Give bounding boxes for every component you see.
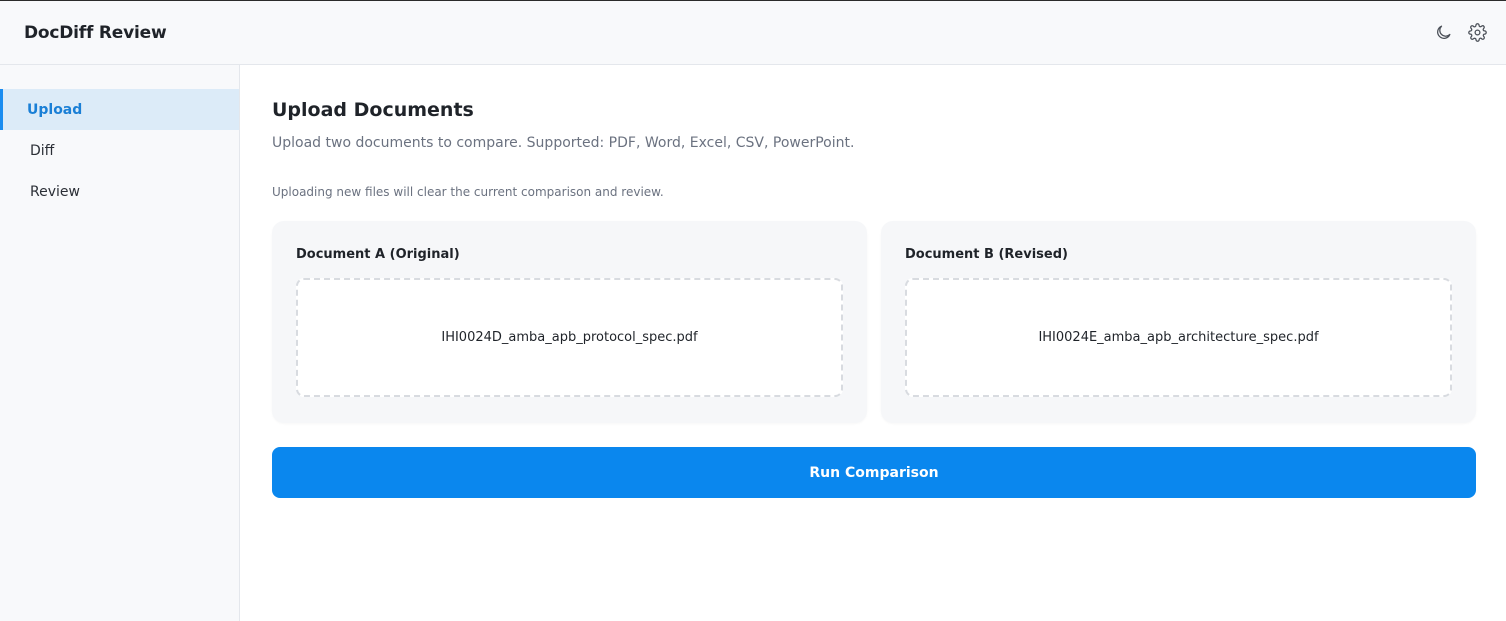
document-b-dropzone[interactable]: IHI0024E_amba_apb_architecture_spec.pdf xyxy=(905,278,1452,397)
gear-icon xyxy=(1467,23,1487,42)
document-b-filename: IHI0024E_amba_apb_architecture_spec.pdf xyxy=(1038,330,1319,345)
main-content: Upload Documents Upload two documents to… xyxy=(240,65,1506,621)
document-a-card: Document A (Original) IHI0024D_amba_apb_… xyxy=(272,221,867,423)
document-cards: Document A (Original) IHI0024D_amba_apb_… xyxy=(272,221,1476,423)
settings-button[interactable] xyxy=(1466,22,1488,44)
header-actions xyxy=(1432,22,1488,44)
moon-icon xyxy=(1436,25,1450,39)
document-a-filename: IHI0024D_amba_apb_protocol_spec.pdf xyxy=(441,330,698,345)
top-header: DocDiff Review xyxy=(0,1,1506,65)
document-a-label: Document A (Original) xyxy=(296,247,460,262)
app-title: DocDiff Review xyxy=(24,22,167,43)
document-a-dropzone[interactable]: IHI0024D_amba_apb_protocol_spec.pdf xyxy=(296,278,843,397)
document-b-card: Document B (Revised) IHI0024E_amba_apb_a… xyxy=(881,221,1476,423)
sidebar-item-upload[interactable]: Upload xyxy=(0,89,239,130)
app-window: DocDiff Review Upload Diff Review Upload… xyxy=(0,0,1506,621)
sidebar-item-review[interactable]: Review xyxy=(0,171,239,212)
page-title: Upload Documents xyxy=(272,99,474,121)
document-b-label: Document B (Revised) xyxy=(905,247,1068,262)
page-subtitle: Upload two documents to compare. Support… xyxy=(272,135,855,151)
sidebar-item-label: Diff xyxy=(30,142,55,159)
sidebar-item-diff[interactable]: Diff xyxy=(0,130,239,171)
sidebar-item-label: Upload xyxy=(27,101,83,118)
app-body: Upload Diff Review Upload Documents Uplo… xyxy=(0,65,1506,621)
sidebar: Upload Diff Review xyxy=(0,65,240,621)
run-comparison-button[interactable]: Run Comparison xyxy=(272,447,1476,498)
upload-warning-note: Uploading new files will clear the curre… xyxy=(272,185,664,199)
sidebar-item-label: Review xyxy=(30,183,80,200)
theme-toggle-button[interactable] xyxy=(1432,22,1454,44)
